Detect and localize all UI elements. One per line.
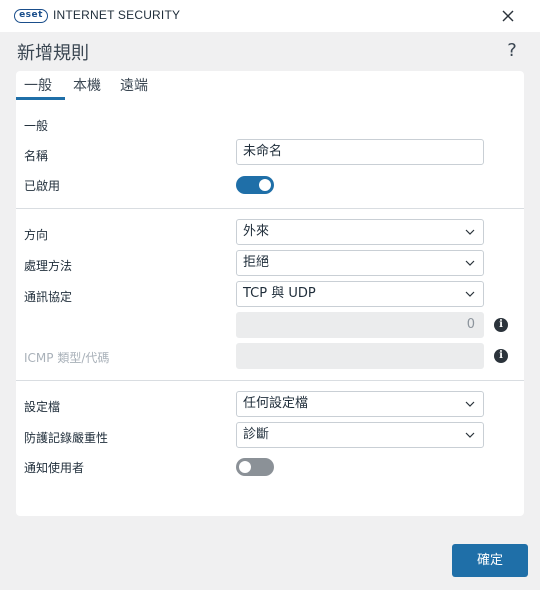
protocol-value: TCP 與 UDP xyxy=(243,286,316,301)
direction-label: 方向 xyxy=(24,228,49,242)
log-severity-value: 診斷 xyxy=(243,427,270,442)
title-bar: eset INTERNET SECURITY xyxy=(0,0,540,32)
tab-local[interactable]: 本機 xyxy=(73,75,101,95)
profile-label: 設定檔 xyxy=(24,400,61,414)
dialog-title: 新增規則 xyxy=(17,43,89,64)
active-tab-indicator xyxy=(16,97,65,100)
direction-value: 外來 xyxy=(243,224,270,239)
tab-remote[interactable]: 遠端 xyxy=(120,75,148,95)
chevron-down-icon xyxy=(465,229,475,235)
close-icon xyxy=(502,10,514,22)
toggle-knob xyxy=(259,179,271,191)
section-general-heading: 一般 xyxy=(24,119,49,133)
protocol-select[interactable]: TCP 與 UDP xyxy=(236,281,484,307)
action-select[interactable]: 拒絕 xyxy=(236,250,484,276)
close-button[interactable] xyxy=(496,4,520,28)
profile-select[interactable]: 任何設定檔 xyxy=(236,391,484,417)
info-icon[interactable]: i xyxy=(494,349,508,363)
eset-logo: eset xyxy=(14,9,48,23)
protocol-label: 通訊協定 xyxy=(24,290,73,304)
action-value: 拒絕 xyxy=(243,255,270,270)
ok-button[interactable]: 確定 xyxy=(452,544,528,577)
notify-user-toggle[interactable] xyxy=(236,458,274,476)
chevron-down-icon xyxy=(465,260,475,266)
toggle-knob xyxy=(239,461,251,473)
log-severity-label: 防護記錄嚴重性 xyxy=(24,431,109,445)
chevron-down-icon xyxy=(465,401,475,407)
divider xyxy=(16,208,524,209)
direction-select[interactable]: 外來 xyxy=(236,219,484,245)
tab-general[interactable]: 一般 xyxy=(24,75,52,95)
product-name: INTERNET SECURITY xyxy=(53,8,181,22)
icmp-input xyxy=(236,343,484,369)
help-button[interactable]: ? xyxy=(505,40,519,61)
enabled-label: 已啟用 xyxy=(24,179,61,193)
info-icon[interactable]: i xyxy=(494,318,508,332)
name-label: 名稱 xyxy=(24,149,49,163)
profile-value: 任何設定檔 xyxy=(243,396,309,411)
chevron-down-icon xyxy=(465,432,475,438)
chevron-down-icon xyxy=(465,291,475,297)
enabled-toggle[interactable] xyxy=(236,176,274,194)
rule-form: 一般 本機 遠端 一般 名稱 未命名 已啟用 方向 外來 處理方法 拒絕 通訊協… xyxy=(16,71,524,516)
notify-user-label: 通知使用者 xyxy=(24,461,85,475)
log-severity-select[interactable]: 診斷 xyxy=(236,422,484,448)
name-input[interactable]: 未命名 xyxy=(236,139,484,165)
action-label: 處理方法 xyxy=(24,259,73,273)
icmp-label: ICMP 類型/代碼 xyxy=(24,351,110,365)
port-input: 0 xyxy=(236,312,484,338)
divider xyxy=(16,380,524,381)
